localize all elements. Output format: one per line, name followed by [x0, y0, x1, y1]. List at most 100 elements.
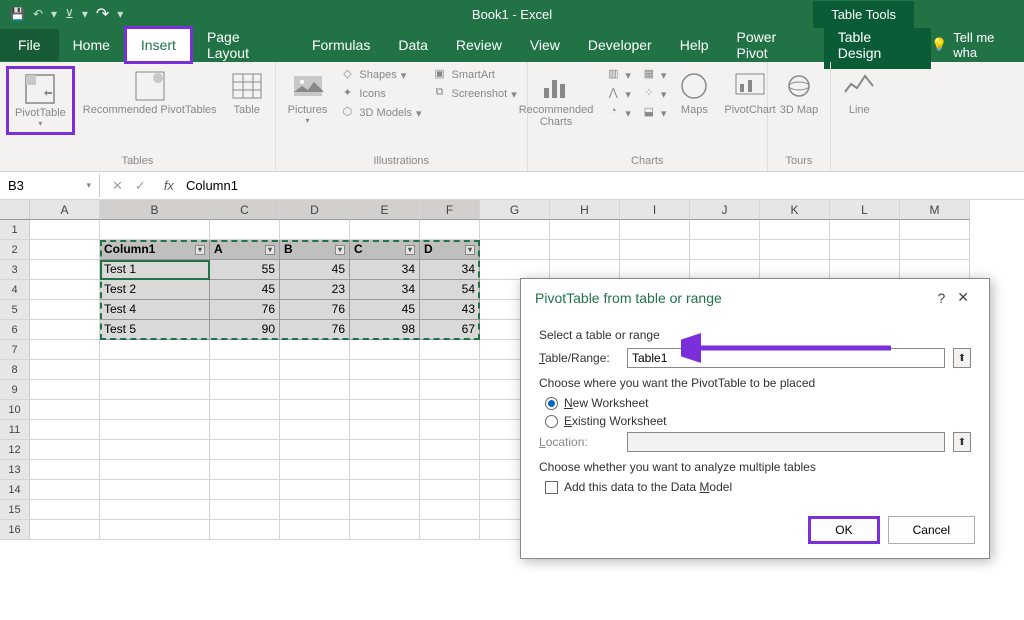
- row-header[interactable]: 3: [0, 260, 30, 280]
- cell[interactable]: [690, 220, 760, 240]
- row-header[interactable]: 8: [0, 360, 30, 380]
- column-header[interactable]: K: [760, 200, 830, 220]
- cell[interactable]: [210, 420, 280, 440]
- cell[interactable]: [210, 500, 280, 520]
- cell[interactable]: 76: [280, 320, 350, 340]
- cell[interactable]: [30, 360, 100, 380]
- name-box[interactable]: B3 ▾: [0, 174, 100, 197]
- cell[interactable]: [350, 520, 420, 540]
- cell[interactable]: [30, 320, 100, 340]
- cell[interactable]: 34: [350, 260, 420, 280]
- cell[interactable]: [30, 220, 100, 240]
- row-header[interactable]: 15: [0, 500, 30, 520]
- cell[interactable]: [30, 460, 100, 480]
- cell[interactable]: [30, 480, 100, 500]
- tab-help[interactable]: Help: [666, 29, 723, 61]
- redo-icon[interactable]: ↷: [96, 4, 109, 24]
- close-icon[interactable]: ✕: [951, 289, 975, 306]
- data-model-checkbox[interactable]: Add this data to the Data Model: [545, 480, 971, 494]
- cell[interactable]: [100, 520, 210, 540]
- cell[interactable]: [900, 220, 970, 240]
- cell[interactable]: 43: [420, 300, 480, 320]
- column-header[interactable]: L: [830, 200, 900, 220]
- 3d-models-button[interactable]: ⬡3D Models ▾: [335, 104, 425, 122]
- pictures-button[interactable]: Pictures ▾: [282, 66, 334, 129]
- shapes-button[interactable]: ◇Shapes ▾: [335, 66, 425, 84]
- cancel-icon[interactable]: ✕: [106, 178, 129, 194]
- cell[interactable]: [100, 460, 210, 480]
- tab-developer[interactable]: Developer: [574, 29, 666, 61]
- cell[interactable]: [350, 460, 420, 480]
- column-header[interactable]: B: [100, 200, 210, 220]
- cell[interactable]: A▾: [210, 240, 280, 260]
- tab-formulas[interactable]: Formulas: [298, 29, 384, 61]
- cell[interactable]: [420, 480, 480, 500]
- cell[interactable]: 55: [210, 260, 280, 280]
- cell[interactable]: [30, 280, 100, 300]
- tell-me-search[interactable]: 💡 Tell me wha: [931, 30, 1024, 60]
- cell[interactable]: [350, 420, 420, 440]
- cell[interactable]: [830, 260, 900, 280]
- cell[interactable]: [280, 360, 350, 380]
- cell[interactable]: D▾: [420, 240, 480, 260]
- collapse-dialog-icon[interactable]: ⬆: [953, 348, 971, 368]
- new-worksheet-radio[interactable]: New Worksheet: [545, 396, 971, 410]
- recommended-pivottables-button[interactable]: Recommended PivotTables: [77, 66, 223, 120]
- column-header[interactable]: M: [900, 200, 970, 220]
- hierarchy-chart-button[interactable]: ▦▾: [637, 66, 671, 84]
- row-header[interactable]: 7: [0, 340, 30, 360]
- cell[interactable]: [100, 220, 210, 240]
- cell[interactable]: [280, 460, 350, 480]
- cell[interactable]: [830, 240, 900, 260]
- cell[interactable]: [350, 380, 420, 400]
- ok-button[interactable]: OK: [808, 516, 879, 544]
- cell[interactable]: [210, 460, 280, 480]
- cell[interactable]: [420, 360, 480, 380]
- cell[interactable]: [830, 220, 900, 240]
- cell[interactable]: Test 5: [100, 320, 210, 340]
- cell[interactable]: [420, 500, 480, 520]
- cell[interactable]: [420, 440, 480, 460]
- cell[interactable]: 45: [210, 280, 280, 300]
- cell[interactable]: [420, 520, 480, 540]
- cell[interactable]: [550, 260, 620, 280]
- cell[interactable]: [550, 240, 620, 260]
- cell[interactable]: [420, 460, 480, 480]
- tab-review[interactable]: Review: [442, 29, 516, 61]
- cell[interactable]: [350, 500, 420, 520]
- sparkline-line-button[interactable]: Line: [837, 66, 881, 120]
- save-icon[interactable]: 💾: [10, 7, 25, 21]
- row-header[interactable]: 13: [0, 460, 30, 480]
- line-chart-button[interactable]: ⋀▾: [601, 85, 635, 103]
- chevron-down-icon[interactable]: ▾: [82, 7, 88, 21]
- cell[interactable]: [210, 360, 280, 380]
- column-header[interactable]: J: [690, 200, 760, 220]
- cell[interactable]: 45: [350, 300, 420, 320]
- cell[interactable]: [620, 260, 690, 280]
- undo-icon[interactable]: ↶: [33, 7, 43, 21]
- chart-icon[interactable]: ⊻: [65, 7, 74, 21]
- cell[interactable]: [350, 440, 420, 460]
- icons-button[interactable]: ✦Icons: [335, 85, 425, 103]
- cell[interactable]: [350, 220, 420, 240]
- cell[interactable]: [100, 400, 210, 420]
- cell[interactable]: [30, 440, 100, 460]
- cell[interactable]: [550, 220, 620, 240]
- cell[interactable]: [480, 220, 550, 240]
- combo-chart-button[interactable]: ⬓▾: [637, 104, 671, 122]
- cell[interactable]: B▾: [280, 240, 350, 260]
- column-header[interactable]: H: [550, 200, 620, 220]
- cell[interactable]: 54: [420, 280, 480, 300]
- column-header[interactable]: A: [30, 200, 100, 220]
- cell[interactable]: [280, 340, 350, 360]
- column-header[interactable]: G: [480, 200, 550, 220]
- enter-icon[interactable]: ✓: [129, 178, 152, 194]
- tab-insert[interactable]: Insert: [124, 26, 193, 64]
- cell[interactable]: [420, 380, 480, 400]
- cell[interactable]: [280, 440, 350, 460]
- row-header[interactable]: 1: [0, 220, 30, 240]
- tab-file[interactable]: File: [0, 29, 59, 61]
- cell[interactable]: [280, 220, 350, 240]
- cell[interactable]: [280, 400, 350, 420]
- cell[interactable]: [690, 240, 760, 260]
